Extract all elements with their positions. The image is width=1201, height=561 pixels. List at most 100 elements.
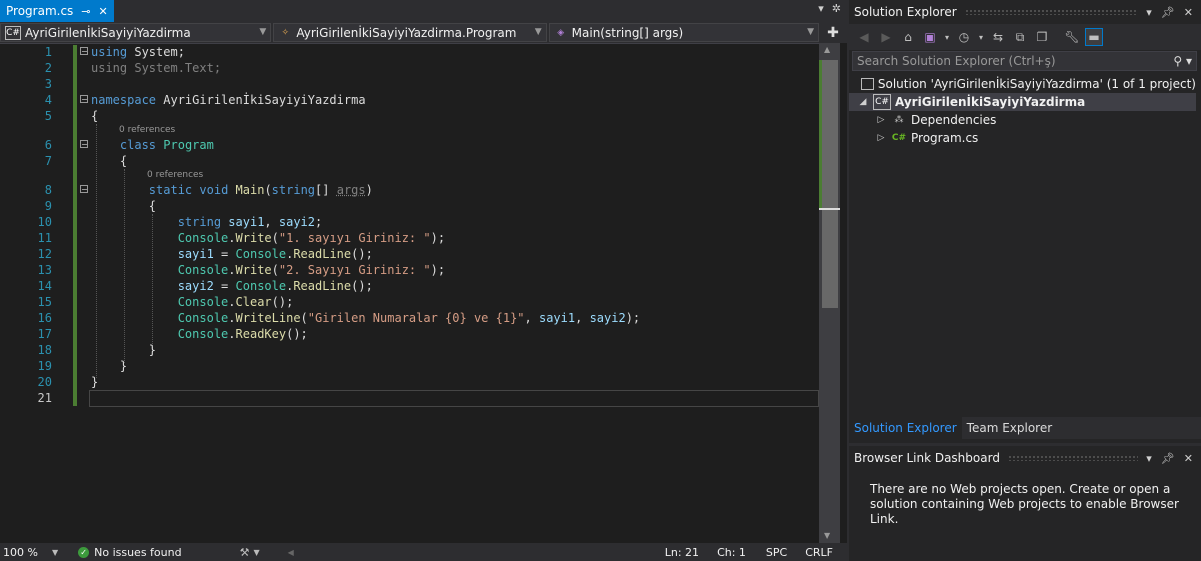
tree-item-program-cs[interactable]: ▷ C# Program.cs [849, 129, 1196, 147]
class-dropdown[interactable]: ✧ AyriGirilenİkiSayiyiYazdirma.Program ▼ [273, 23, 547, 42]
code-line[interactable]: using System; [91, 44, 185, 60]
tree-item-label: Program.cs [911, 131, 979, 145]
code-line[interactable]: { [91, 198, 156, 214]
back-icon[interactable]: ◀ [855, 28, 873, 46]
issues-status[interactable]: No issues found [94, 546, 181, 559]
codelens-references[interactable]: 0 references [147, 170, 203, 180]
tree-item-label: Solution 'AyriGirilenİkiSayiyiYazdirma' … [877, 77, 1196, 91]
switch-views-icon[interactable]: ▣ [921, 28, 939, 46]
code-line[interactable]: string sayi1, sayi2; [91, 214, 323, 230]
fold-toggle-icon[interactable]: − [80, 95, 88, 104]
fold-toggle-icon[interactable]: − [80, 47, 88, 56]
search-icon[interactable]: ⚲ ▾ [1173, 54, 1192, 68]
fold-toggle-icon[interactable]: − [80, 185, 88, 194]
chevron-down-icon[interactable]: ▼ [52, 548, 58, 557]
properties-icon[interactable]: 🔧︎ [1063, 28, 1081, 46]
code-line[interactable]: } [91, 374, 98, 390]
editor-status-bar: 100 % ▼ ✓ No issues found ⚒ ▼ ◀ Ln: 21 C… [0, 543, 847, 561]
code-line[interactable]: using System.Text; [91, 60, 221, 76]
indent-mode[interactable]: SPC [766, 546, 787, 559]
code-line[interactable]: { [91, 108, 98, 124]
collapsed-triangle-icon[interactable]: ▷ [875, 133, 887, 143]
panel-title: Solution Explorer [854, 5, 957, 19]
line-indicator[interactable]: Ln: 21 [665, 546, 699, 559]
tree-item-label: AyriGirilenİkiSayiyiYazdirma [895, 95, 1086, 109]
code-line[interactable]: namespace AyriGirilenİkiSayiyiYazdirma [91, 92, 366, 108]
member-dropdown[interactable]: ◈ Main(string[] args) ▼ [548, 23, 819, 42]
line-ending[interactable]: CRLF [805, 546, 833, 559]
drag-grip[interactable] [1007, 455, 1139, 461]
close-icon[interactable]: ✕ [99, 5, 108, 18]
expanded-triangle-icon[interactable]: ◢ [857, 97, 869, 107]
collapsed-triangle-icon[interactable]: ▷ [875, 115, 887, 125]
split-window-icon[interactable]: ✚ [819, 22, 847, 43]
collapse-all-icon[interactable]: ⧉ [1011, 28, 1029, 46]
scrollbar-thumb[interactable] [822, 60, 838, 308]
line-number: 6 [44, 138, 52, 152]
line-number: 1 [44, 45, 52, 59]
scroll-left-icon[interactable]: ◀ [288, 548, 294, 557]
code-line[interactable]: } [91, 358, 127, 374]
chevron-down-icon[interactable]: ▾ [1146, 6, 1152, 19]
line-number: 2 [44, 61, 52, 75]
tab-solution-explorer[interactable]: Solution Explorer [849, 417, 962, 439]
scroll-down-icon[interactable]: ▼ [824, 531, 830, 540]
close-icon[interactable]: ✕ [1184, 452, 1193, 465]
code-line[interactable]: sayi2 = Console.ReadLine(); [91, 278, 373, 294]
code-line[interactable]: static void Main(string[] args) [91, 182, 373, 198]
tab-team-explorer[interactable]: Team Explorer [962, 417, 1058, 439]
tree-item-dependencies[interactable]: ▷ ⁂ Dependencies [849, 111, 1196, 129]
explorer-tab-strip: Solution Explorer Team Explorer [849, 417, 1201, 439]
show-all-files-icon[interactable]: ❐ [1033, 28, 1051, 46]
code-line[interactable]: Console.Clear(); [91, 294, 294, 310]
dropdown-icon[interactable]: ▾ [977, 28, 985, 46]
codelens-references[interactable]: 0 references [119, 125, 175, 135]
tree-item-solution[interactable]: Solution 'AyriGirilenİkiSayiyiYazdirma' … [849, 75, 1196, 93]
tree-item-project[interactable]: ◢ C# AyriGirilenİkiSayiyiYazdirma [849, 93, 1196, 111]
line-number: 4 [44, 93, 52, 107]
navigation-bar: C# AyriGirilenİkiSayiyiYazdirma ▼ ✧ Ayri… [0, 22, 819, 44]
panel-title: Browser Link Dashboard [854, 451, 1000, 465]
scroll-up-icon[interactable]: ▲ [824, 45, 830, 54]
line-number: 17 [37, 327, 52, 341]
code-line[interactable]: { [91, 153, 127, 169]
scrollbar-change-marker [819, 60, 822, 208]
pin-icon[interactable]: ⊸ [81, 5, 90, 18]
zoom-level[interactable]: 100 % [3, 546, 38, 559]
code-line[interactable]: } [91, 342, 156, 358]
project-dropdown-label: AyriGirilenİkiSayiyiYazdirma [25, 25, 191, 40]
code-line[interactable]: Console.Write("2. Sayıyı Giriniz: "); [91, 262, 445, 278]
chevron-down-icon[interactable]: ▾ [1146, 452, 1152, 465]
code-line[interactable]: Console.WriteLine("Girilen Numaralar {0}… [91, 310, 640, 326]
forward-icon[interactable]: ▶ [877, 28, 895, 46]
solution-explorer-toolbar: ◀ ▶ ⌂ ▣ ▾ ◷ ▾ ⇆ ⧉ ❐ 🔧︎ ▬ [849, 24, 1201, 50]
settings-icon[interactable]: ✲ [832, 2, 841, 15]
line-number: 5 [44, 109, 52, 123]
pending-changes-filter-icon[interactable]: ◷ [955, 28, 973, 46]
drag-grip[interactable] [964, 9, 1139, 15]
brush-icon[interactable]: ⚒ [240, 546, 250, 559]
home-icon[interactable]: ⌂ [899, 28, 917, 46]
project-dropdown[interactable]: C# AyriGirilenİkiSayiyiYazdirma ▼ [0, 23, 272, 42]
line-number: 19 [37, 359, 52, 373]
scrollbar-caret-marker [819, 208, 840, 210]
column-indicator[interactable]: Ch: 1 [717, 546, 746, 559]
member-dropdown-label: Main(string[] args) [571, 25, 684, 40]
tab-program-cs[interactable]: Program.cs ⊸ ✕ [0, 0, 114, 22]
pin-icon[interactable]: 📌︎ [1161, 452, 1175, 465]
solution-icon [860, 78, 874, 90]
sync-icon[interactable]: ⇆ [989, 28, 1007, 46]
code-line[interactable]: sayi1 = Console.ReadLine(); [91, 246, 373, 262]
code-line[interactable]: Console.Write("1. sayıyı Giriniz: "); [91, 230, 445, 246]
pin-icon[interactable]: 📌︎ [1161, 6, 1175, 19]
close-icon[interactable]: ✕ [1184, 6, 1193, 19]
dropdown-icon[interactable]: ▾ [943, 28, 951, 46]
preview-selected-icon[interactable]: ▬ [1085, 28, 1103, 46]
chevron-down-icon[interactable]: ▼ [253, 548, 259, 557]
tab-list-dropdown-icon[interactable]: ▾ [818, 2, 824, 15]
fold-toggle-icon[interactable]: − [80, 140, 88, 149]
code-line[interactable]: Console.ReadKey(); [91, 326, 308, 342]
solution-explorer-search-input[interactable]: Search Solution Explorer (Ctrl+ş) ⚲ ▾ [852, 51, 1197, 71]
code-line[interactable]: class Program [91, 137, 214, 153]
browser-link-message: There are no Web projects open. Create o… [870, 482, 1179, 526]
